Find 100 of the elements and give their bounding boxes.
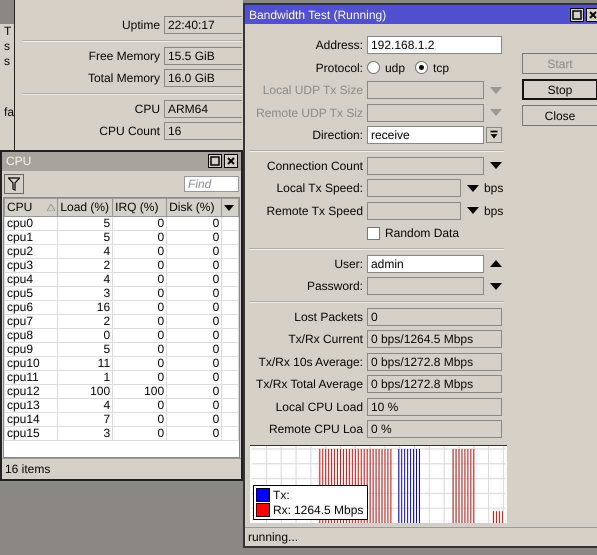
dropdown-arrow-icon[interactable]: [467, 207, 479, 214]
action-button[interactable]: Stop: [522, 79, 597, 100]
column-header[interactable]: Disk (%): [166, 198, 222, 216]
field-label: Protocol:: [314, 60, 364, 75]
legend-label: Rx:: [273, 502, 291, 516]
close-icon[interactable]: [224, 154, 238, 168]
table-cell: 0: [166, 398, 222, 412]
radio-label: tcp: [433, 60, 450, 75]
legend-value: 1264.5 Mbps: [294, 502, 364, 516]
table-cell: 0: [58, 328, 113, 342]
readout-field: 16: [164, 122, 242, 140]
dropdown-field[interactable]: receive: [367, 126, 484, 144]
field-label: Local CPU Load: [274, 400, 364, 414]
radio-label: udp: [385, 60, 406, 75]
readout-field: 0 %: [367, 420, 502, 438]
checkbox[interactable]: [367, 226, 380, 240]
readout-field: 0 bps/1272.8 Mbps: [367, 375, 502, 394]
readout-field: 16.0 GiB: [164, 69, 242, 88]
dropdown-button[interactable]: [486, 127, 502, 144]
table-cell: 2: [58, 258, 113, 272]
input-field[interactable]: admin: [367, 254, 484, 273]
action-button[interactable]: Close: [522, 105, 597, 126]
table-cell: 4: [58, 272, 113, 286]
unit-label: bps: [484, 204, 504, 218]
field-label: Total Memory: [86, 71, 161, 86]
window-title: CPU: [6, 154, 32, 168]
close-icon[interactable]: [586, 8, 597, 22]
radio-button[interactable]: [415, 61, 428, 74]
field-label: CPU Count: [98, 124, 161, 138]
table-cell: 4: [58, 398, 113, 412]
input-field[interactable]: [367, 81, 484, 100]
table-cell: 0: [112, 216, 167, 230]
readout-field: 0: [367, 308, 502, 326]
table-cell: 5: [58, 216, 113, 230]
table-cell: cpu5: [4, 286, 58, 300]
field-label: Tx/Rx 10s Average:: [258, 354, 364, 369]
field-label: Password:: [306, 279, 364, 294]
up-arrow-icon[interactable]: [490, 260, 502, 268]
status-text: running...: [245, 527, 597, 546]
maximize-icon[interactable]: [208, 154, 222, 168]
table-cell: 0: [166, 300, 222, 314]
input-field[interactable]: [367, 179, 461, 198]
table-cell: 0: [166, 356, 222, 370]
field-label: Uptime: [120, 18, 161, 32]
table-cell: 0: [166, 230, 222, 244]
column-header[interactable]: CPU: [4, 198, 58, 216]
readout-field: 0 bps/1272.8 Mbps: [367, 352, 502, 371]
table-cell: cpu7: [4, 314, 58, 328]
table-cell: 0: [112, 244, 167, 258]
dropdown-arrow-icon[interactable]: [490, 162, 502, 170]
maximize-icon[interactable]: [570, 8, 584, 22]
window-title: Bandwidth Test (Running): [249, 8, 388, 22]
filter-button[interactable]: [4, 174, 24, 194]
radio-button[interactable]: [367, 61, 380, 74]
table-cell: 0: [112, 412, 167, 426]
table-cell: 100: [58, 384, 113, 398]
column-header[interactable]: Load (%): [58, 198, 113, 216]
table-cell: 100: [112, 384, 167, 398]
table-cell: 3: [58, 426, 113, 440]
table-cell: 11: [58, 356, 113, 370]
search-field[interactable]: Find: [184, 176, 239, 192]
table-cell: cpu8: [4, 328, 58, 342]
column-header[interactable]: IRQ (%): [112, 198, 167, 216]
table-cell: 0: [112, 342, 167, 356]
table-cell: 0: [166, 286, 222, 300]
table-cell: 0: [112, 370, 167, 384]
field-label: Remote Tx Speed: [266, 204, 364, 218]
table-cell: 0: [112, 398, 167, 412]
table-cell: 5: [58, 230, 113, 244]
input-field[interactable]: [367, 104, 484, 122]
table-cell: 0: [166, 412, 222, 426]
dropdown-arrow-icon[interactable]: [224, 205, 234, 212]
field-label: Address:: [314, 38, 364, 52]
table-cell: 0: [112, 272, 167, 286]
table-cell: 0: [112, 300, 167, 314]
table-cell: cpu1: [4, 230, 58, 244]
table-cell: cpu11: [4, 370, 58, 384]
dropdown-arrow-icon[interactable]: [490, 282, 502, 290]
table-cell: 0: [112, 230, 167, 244]
table-cell: 0: [166, 258, 222, 272]
input-field[interactable]: [367, 202, 461, 220]
table-cell: 0: [166, 272, 222, 286]
table-cell: 2: [58, 314, 113, 328]
table-cell: 16: [58, 300, 113, 314]
input-field[interactable]: [367, 156, 484, 175]
table-cell: 0: [112, 356, 167, 370]
input-field[interactable]: 192.168.1.2: [367, 36, 502, 54]
table-cell: 0: [112, 314, 167, 328]
input-field[interactable]: [367, 277, 484, 296]
table-cell: 0: [166, 216, 222, 230]
table-cell: cpu4: [4, 272, 58, 286]
checkbox-label: Random Data: [385, 226, 460, 240]
field-label: Free Memory: [88, 48, 161, 63]
table-cell: 0: [112, 328, 167, 342]
field-label: CPU: [134, 102, 161, 116]
table-cell: cpu0: [4, 216, 58, 230]
dropdown-arrow-icon[interactable]: [467, 184, 479, 192]
legend-label: Tx:: [273, 488, 290, 502]
readout-field: 0 bps/1264.5 Mbps: [367, 330, 502, 348]
table-cell: cpu12: [4, 384, 58, 398]
